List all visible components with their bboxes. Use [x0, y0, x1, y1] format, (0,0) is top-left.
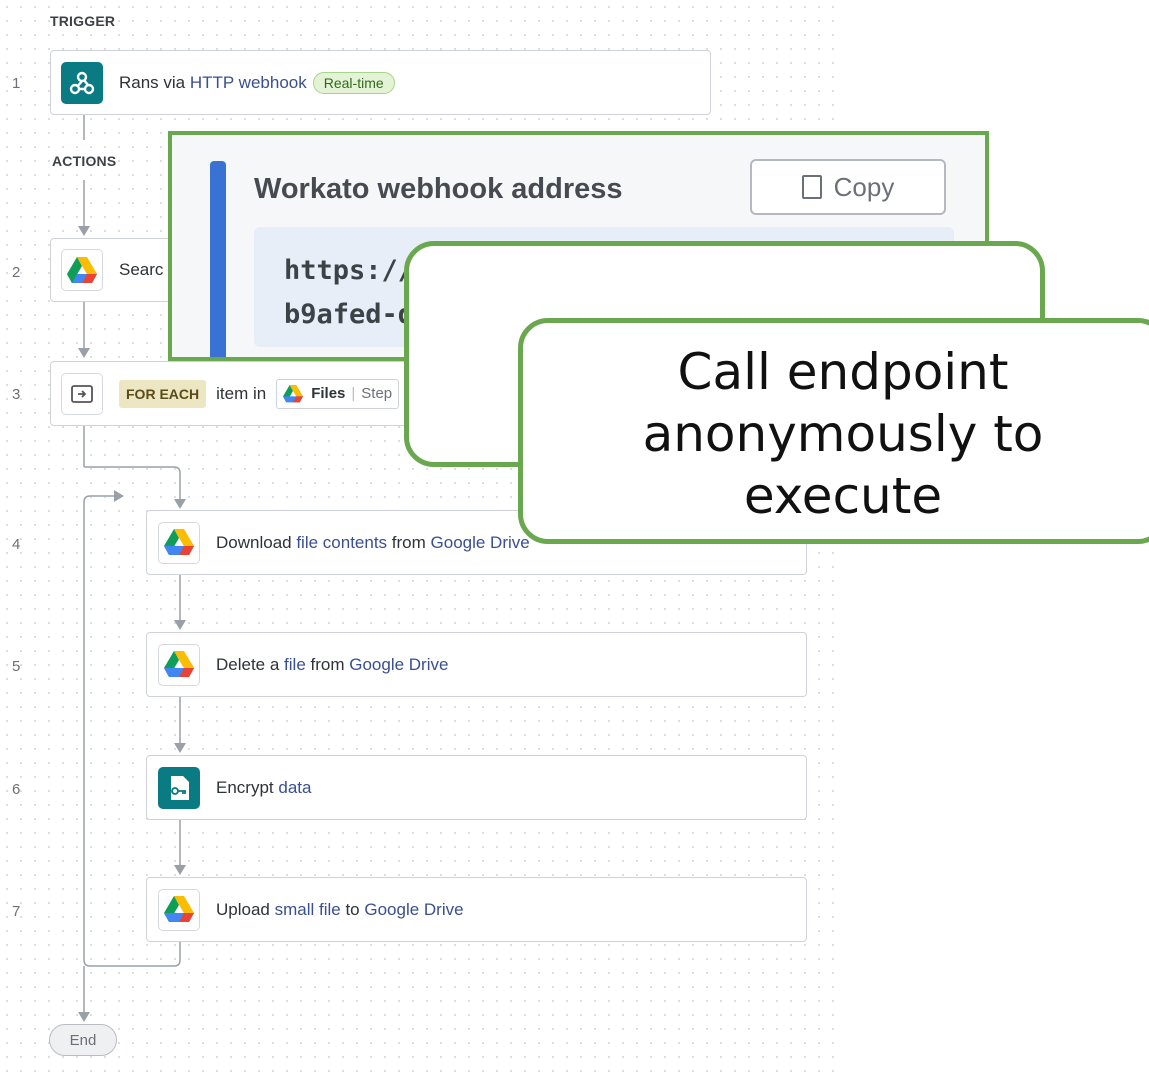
step-description: Delete a file from Google Drive: [216, 654, 449, 674]
trigger-section-label: TRIGGER: [50, 13, 116, 29]
copy-button[interactable]: Copy: [750, 159, 946, 215]
end-node: End: [49, 1024, 117, 1056]
step-number: 7: [12, 903, 21, 920]
trigger-step-card[interactable]: Rans via HTTP webhook Real-time: [50, 50, 711, 115]
copy-label: Copy: [833, 171, 895, 202]
step-description: Rans via HTTP webhook: [119, 72, 307, 92]
datapill-files[interactable]: Files | Step: [276, 378, 400, 409]
step-number: 1: [12, 75, 21, 92]
loop-icon: [61, 372, 103, 415]
delete-step-card[interactable]: Delete a file from Google Drive: [146, 632, 807, 697]
realtime-badge: Real-time: [312, 71, 395, 94]
copy-icon: [801, 175, 822, 199]
actions-section-label: ACTIONS: [52, 153, 117, 169]
step-description: item in: [216, 383, 267, 403]
webhook-icon: [61, 61, 103, 104]
accent-bar: [210, 161, 226, 357]
encrypt-step-card[interactable]: Encrypt data: [146, 755, 807, 820]
step-description: Searc: [119, 260, 164, 279]
step-number: 4: [12, 536, 21, 553]
encrypt-file-icon: [158, 766, 200, 809]
step-description: Download file contents from Google Drive: [216, 532, 530, 552]
foreach-step-card[interactable]: FOR EACH item in Files | Step: [50, 361, 450, 426]
popup-title: Workato webhook address: [254, 173, 623, 205]
step-description: Upload small file to Google Drive: [216, 899, 464, 919]
foreach-label: FOR EACH: [119, 379, 207, 408]
google-drive-icon: [283, 384, 304, 402]
callout-line: execute: [743, 467, 943, 525]
step-number: 5: [12, 658, 21, 675]
datapill-step: Step: [361, 385, 393, 402]
upload-step-card[interactable]: Upload small file to Google Drive: [146, 877, 807, 942]
callout-line: Call endpoint: [677, 343, 1009, 401]
step-description: Encrypt data: [216, 777, 312, 797]
google-drive-icon: [158, 521, 200, 564]
google-drive-icon: [158, 888, 200, 931]
callout-line: anonymously to: [642, 405, 1044, 463]
step-number: 2: [12, 264, 21, 281]
step-number: 3: [12, 386, 21, 403]
datapill-label: Files: [311, 385, 346, 402]
callout-bubble: Call endpoint anonymously to execute: [518, 318, 1149, 544]
step-number: 6: [12, 781, 21, 798]
google-drive-icon: [158, 643, 200, 686]
google-drive-icon: [61, 249, 103, 291]
